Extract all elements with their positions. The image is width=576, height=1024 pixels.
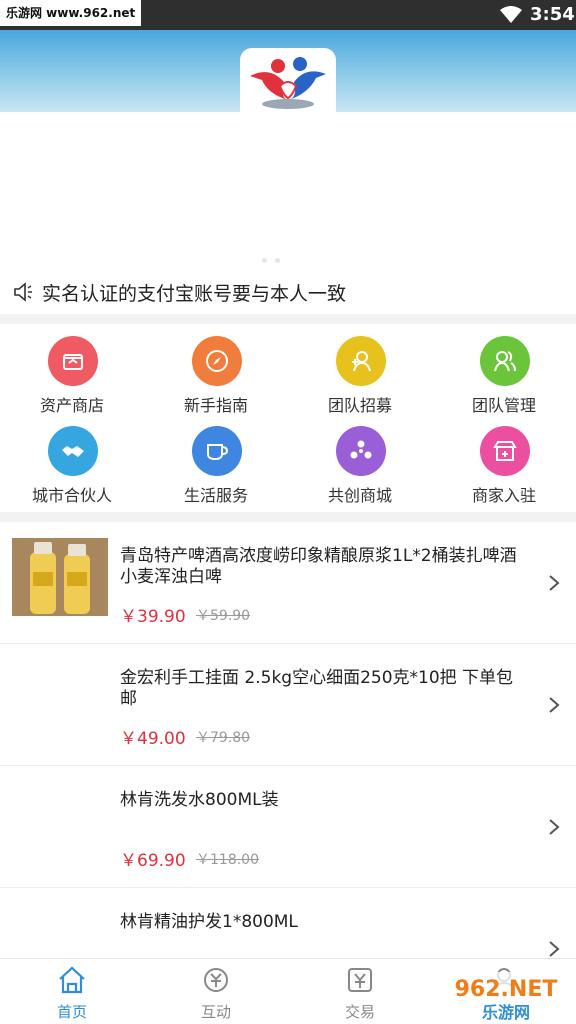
compass-icon (192, 336, 242, 386)
notice-bar[interactable]: 实名认证的支付宝账号要与本人一致 (0, 270, 576, 314)
product-title: 青岛特产啤酒高浓度崂印象精酿原浆1L*2桶装扎啤酒小麦浑浊白啤 (120, 546, 517, 587)
product-price: ￥69.90 (120, 851, 186, 871)
product-old-price: ￥59.90 (196, 608, 251, 624)
product-title: 林肯洗发水800ML装 (120, 790, 279, 810)
grid-item-life-service[interactable]: 生活服务 (144, 414, 288, 505)
yen-icon (348, 968, 372, 992)
product-old-price: ￥79.80 (196, 730, 251, 746)
handshake-icon (48, 426, 98, 476)
grid-item-team-recruit[interactable]: 团队招募 (288, 324, 432, 415)
grid-label: 生活服务 (183, 486, 248, 505)
grid-label: 新手指南 (183, 396, 248, 415)
banner-carousel[interactable] (0, 112, 576, 270)
cup-icon (192, 426, 242, 476)
app-logo (240, 48, 336, 112)
watermark-label: 乐游网 www.962.net (0, 0, 142, 26)
product-image (12, 538, 108, 616)
list-item[interactable]: 青岛特产啤酒高浓度崂印象精酿原浆1L*2桶装扎啤酒小麦浑浊白啤 ￥39.90 ￥… (0, 522, 576, 644)
status-bar: 乐游网 www.962.net 3:54 (0, 0, 576, 30)
grid-label: 团队管理 (471, 396, 536, 415)
product-list: 青岛特产啤酒高浓度崂印象精酿原浆1L*2桶装扎啤酒小麦浑浊白啤 ￥39.90 ￥… (0, 522, 576, 958)
chevron-right-icon (549, 941, 560, 957)
nav-home[interactable]: 首页 (0, 959, 144, 1024)
list-item[interactable]: 金宏利手工挂面 2.5kg空心细面250克*10把 下单包邮 ￥49.00 ￥7… (0, 644, 576, 766)
svg-text:乐游网: 乐游网 (482, 1003, 530, 1022)
watermark-logo: 962.NET 乐游网 (436, 972, 576, 1024)
exchange-icon (204, 968, 228, 992)
home-icon (59, 966, 85, 994)
notice-text: 实名认证的支付宝账号要与本人一致 (42, 283, 347, 305)
store-icon (48, 336, 98, 386)
nav-interact[interactable]: 互动 (144, 959, 288, 1024)
grid-item-city-partner[interactable]: 城市合伙人 (0, 414, 144, 505)
chevron-right-icon (549, 819, 560, 835)
grid-label: 商家入驻 (471, 486, 536, 505)
users-icon (480, 336, 530, 386)
chevron-right-icon (549, 697, 560, 713)
grid-label: 团队招募 (327, 396, 392, 415)
grid-item-co-mall[interactable]: 共创商城 (288, 414, 432, 505)
wifi-icon (500, 6, 522, 23)
product-title: 金宏利手工挂面 2.5kg空心细面250克*10把 下单包邮 (120, 668, 514, 709)
carousel-dots (262, 248, 288, 267)
status-time: 3:54 (530, 4, 575, 25)
product-title: 林肯精油护发1*800ML (120, 912, 298, 932)
nav-trade[interactable]: 交易 (288, 959, 432, 1024)
list-item[interactable]: 林肯精油护发1*800ML (0, 888, 576, 958)
grid-item-asset-store[interactable]: 资产商店 (0, 324, 144, 415)
grid-label: 资产商店 (39, 396, 104, 415)
add-user-icon (336, 336, 386, 386)
grid-item-beginner-guide[interactable]: 新手指南 (144, 324, 288, 415)
shop-add-icon (480, 426, 530, 476)
nav-label: 交易 (344, 1003, 375, 1021)
speaker-icon (14, 282, 32, 302)
grid-item-merchant-join[interactable]: 商家入驻 (432, 414, 576, 505)
product-old-price: ￥118.00 (196, 852, 259, 868)
nav-label: 首页 (56, 1003, 87, 1021)
nav-label: 互动 (200, 1003, 231, 1021)
feature-grid: 资产商店 新手指南 团队招募 团队管理 城市合伙人 生活服务 共创商城 商家入驻 (0, 324, 576, 512)
logo-icon (250, 57, 326, 109)
list-item[interactable]: 林肯洗发水800ML装 ￥69.90 ￥118.00 (0, 766, 576, 888)
grid-label: 共创商城 (327, 486, 392, 505)
grid-label: 城市合伙人 (31, 486, 112, 505)
product-price: ￥49.00 (120, 729, 186, 749)
product-price: ￥39.90 (120, 607, 186, 627)
svg-text:962.NET: 962.NET (455, 977, 558, 1002)
network-icon (336, 426, 386, 476)
grid-item-team-manage[interactable]: 团队管理 (432, 324, 576, 415)
chevron-right-icon (549, 575, 560, 591)
